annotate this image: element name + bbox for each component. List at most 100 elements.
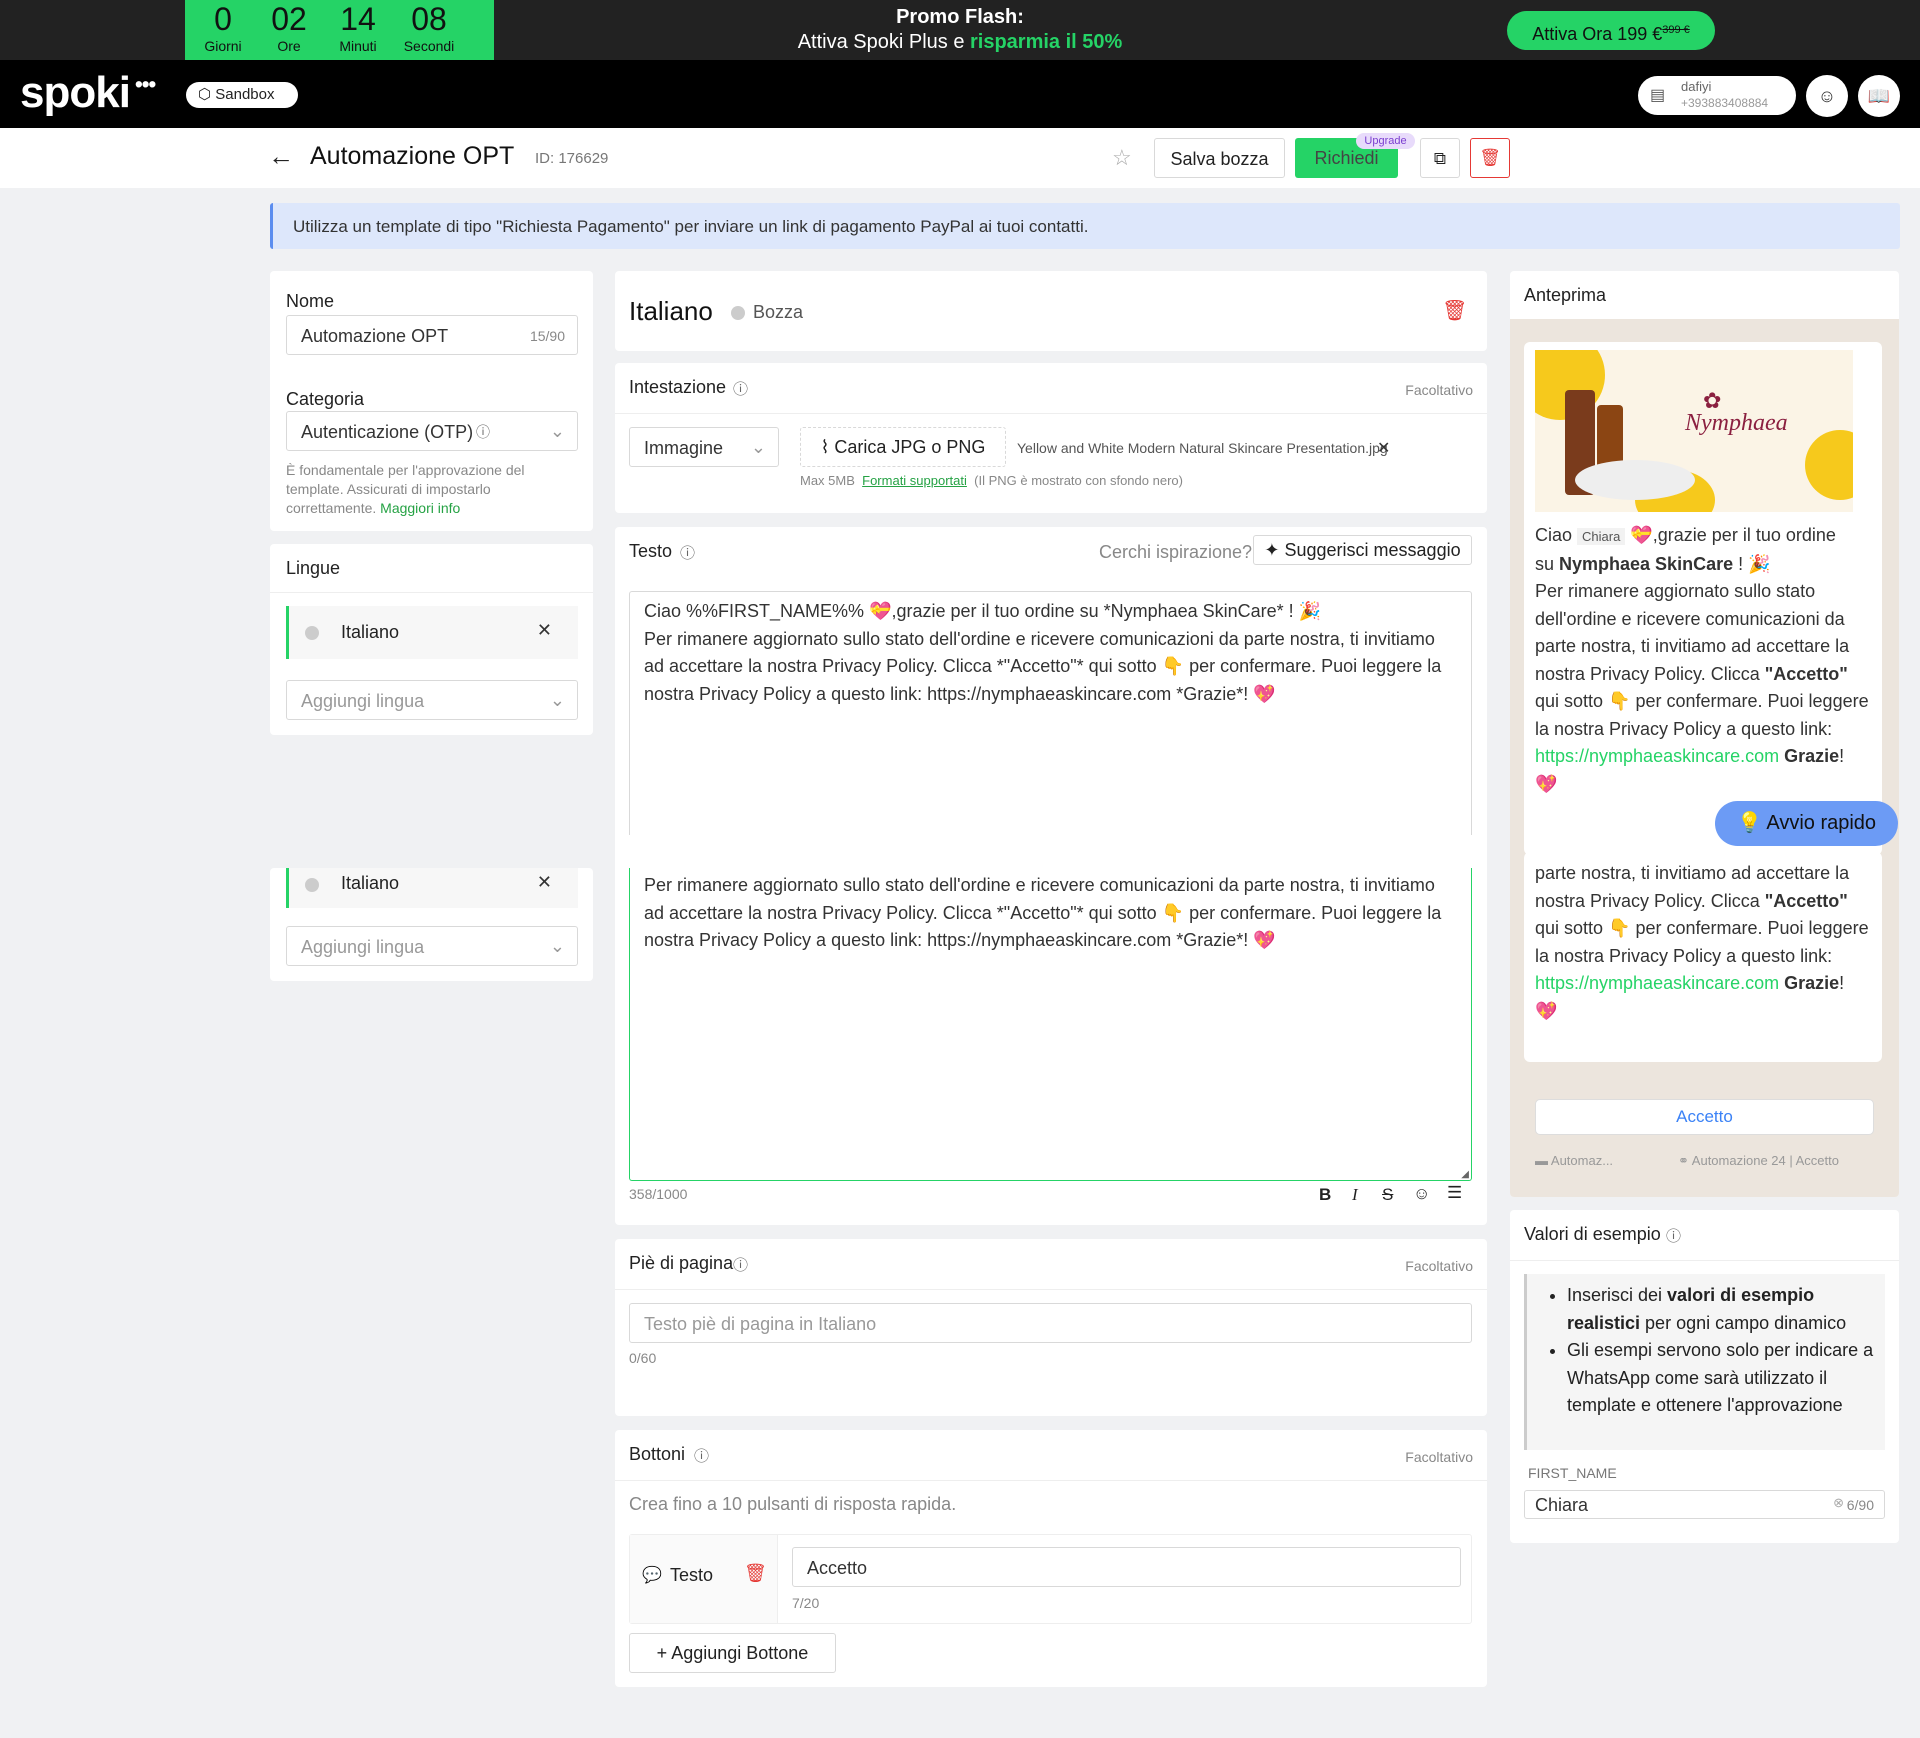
preview-end: ! bbox=[1839, 746, 1845, 766]
more-info-link[interactable]: Maggiori info bbox=[380, 500, 460, 516]
add-language-select[interactable]: Aggiungi lingua ⌄ bbox=[286, 926, 578, 966]
buttons-help: Crea fino a 10 pulsanti di risposta rapi… bbox=[629, 1494, 957, 1514]
info-icon: ⓘ bbox=[1666, 1228, 1682, 1245]
preview-link[interactable]: https://nymphaeaskincare.com bbox=[1535, 746, 1779, 766]
header-section-label: Intestazione bbox=[629, 377, 727, 397]
info-icon: ⓘ bbox=[694, 1448, 710, 1465]
upload-image-button[interactable]: ⌇ Carica JPG o PNG bbox=[800, 427, 1006, 467]
optional-label: Facoltativo bbox=[1405, 1258, 1473, 1274]
button-text-input[interactable]: Accetto bbox=[792, 1547, 1461, 1587]
sandbox-badge[interactable]: ⬡ Sandbox bbox=[186, 82, 298, 108]
paperclip-icon: ⌇ bbox=[820, 437, 835, 457]
example-values-card: Valori di esempio ⓘ Inserisci dei valori… bbox=[1510, 1210, 1899, 1543]
docs-button[interactable]: 📖 bbox=[1858, 75, 1900, 117]
account-name: dafiyi bbox=[1681, 79, 1712, 94]
preview-line2-end: ! 🎉 bbox=[1733, 553, 1771, 574]
language-item-italiano[interactable]: Italiano ✕ bbox=[286, 868, 578, 908]
message-textarea-continued[interactable]: Per rimanere aggiornato sullo stato dell… bbox=[629, 868, 1472, 1181]
remove-file-icon[interactable]: ✕ bbox=[1377, 438, 1390, 458]
star-icon[interactable]: ☆ bbox=[1112, 145, 1132, 171]
store-icon: ▤ bbox=[1650, 87, 1666, 104]
template-id: ID: 176629 bbox=[535, 150, 609, 167]
preview-card: Anteprima Nymphaea ✿ Ciao Chiara 💝,grazi… bbox=[1510, 271, 1899, 1197]
languages-label: Lingue bbox=[286, 558, 341, 578]
message-textarea[interactable]: Ciao %%FIRST_NAME%% 💝,grazie per il tuo … bbox=[629, 591, 1472, 835]
tip1-end: per ogni campo dinamico bbox=[1640, 1312, 1847, 1333]
user-icon: ☺ bbox=[1817, 86, 1837, 106]
example-tip-2: Gli esempi servono solo per indicare a W… bbox=[1567, 1337, 1875, 1420]
media-type-select[interactable]: Immagine ⌄ bbox=[629, 427, 779, 467]
logo-text: spoki bbox=[20, 68, 131, 117]
footer-counter: 0/60 bbox=[629, 1350, 657, 1366]
italic-icon[interactable]: I bbox=[1352, 1185, 1358, 1205]
automation-icon: ▬ bbox=[1535, 1153, 1551, 1168]
first-name-counter: 6/90 bbox=[1846, 1497, 1874, 1513]
close-icon[interactable]: ✕ bbox=[537, 872, 552, 893]
add-button-button[interactable]: + Aggiungi Bottone bbox=[629, 1633, 836, 1673]
add-language-placeholder: Aggiungi lingua bbox=[301, 937, 425, 957]
quick-start-label: Avvio rapido bbox=[1766, 812, 1877, 834]
body-section-label: Testo bbox=[629, 541, 673, 561]
name-counter: 15/90 bbox=[529, 328, 565, 344]
status-dot bbox=[731, 306, 745, 320]
plus-icon: + bbox=[656, 1643, 672, 1663]
preview-title: Anteprima bbox=[1524, 285, 1607, 305]
name-input[interactable]: Automazione OPT 15/90 bbox=[286, 315, 578, 355]
back-arrow-icon[interactable]: ← bbox=[268, 141, 294, 172]
preview-accetto: "Accetto" bbox=[1764, 663, 1848, 684]
status-label: Bozza bbox=[753, 302, 804, 322]
category-select[interactable]: Autenticazione (OTP) ⓘ ⌄ bbox=[286, 411, 578, 451]
quick-start-button[interactable]: 💡 Avvio rapido bbox=[1715, 801, 1898, 846]
top-navbar: spoki ••• ⬡ Sandbox ▤ dafiyi +3938834088… bbox=[0, 60, 1920, 128]
save-draft-button[interactable]: Salva bozza bbox=[1154, 138, 1285, 178]
emoji-icon[interactable]: ☺ bbox=[1413, 1184, 1430, 1204]
footer-input[interactable]: Testo piè di pagina in Italiano bbox=[629, 1303, 1472, 1343]
trash-icon[interactable]: 🗑 bbox=[744, 1563, 767, 1584]
formats-link[interactable]: Formati supportati bbox=[862, 473, 967, 488]
account-selector[interactable]: ▤ dafiyi +393883408884 bbox=[1638, 76, 1796, 115]
chevron-down-icon: ⌄ bbox=[750, 437, 766, 457]
spoki-logo[interactable]: spoki ••• bbox=[20, 68, 156, 118]
activate-now-button[interactable]: Attiva Ora 199 €399 € bbox=[1507, 11, 1715, 50]
optional-label: Facoltativo bbox=[1405, 382, 1473, 398]
preview-grazie: Grazie bbox=[1784, 746, 1840, 766]
trash-icon: 🗑 bbox=[1479, 148, 1501, 167]
preview-quick-reply-button[interactable]: Accetto bbox=[1535, 1099, 1874, 1135]
add-language-select[interactable]: Aggiungi lingua ⌄ bbox=[286, 680, 578, 720]
bold-icon[interactable]: B bbox=[1319, 1185, 1331, 1205]
language-item-italiano[interactable]: Italiano ✕ bbox=[286, 606, 578, 659]
duplicate-button[interactable]: ⧉ bbox=[1420, 138, 1460, 178]
buttons-section-card: Bottoni ⓘ Facoltativo Crea fino a 10 pul… bbox=[615, 1430, 1487, 1687]
resize-handle-icon[interactable]: ◢ bbox=[1461, 1169, 1469, 1180]
variable-icon[interactable]: ☰ bbox=[1447, 1183, 1462, 1203]
message-bubble-continued: parte nostra, ti invitiamo ad accettare … bbox=[1524, 852, 1882, 1062]
delete-template-button[interactable]: 🗑 bbox=[1470, 138, 1510, 178]
suggest-message-button[interactable]: ✦ Suggerisci messaggio bbox=[1253, 535, 1472, 565]
button-counter: 7/20 bbox=[792, 1595, 820, 1611]
preview-brand-name: Nymphaea SkinCare bbox=[1559, 553, 1734, 574]
profile-button[interactable]: ☺ bbox=[1806, 75, 1848, 117]
language-name: Italiano bbox=[341, 873, 400, 893]
max-size: Max 5MB bbox=[800, 473, 855, 488]
example-tip-1: Inserisci dei valori di esempio realisti… bbox=[1567, 1282, 1875, 1337]
languages-card: Lingue Italiano ✕ Aggiungi lingua ⌄ bbox=[270, 544, 593, 735]
message-body: Per rimanere aggiornato sullo stato dell… bbox=[644, 875, 1442, 950]
save-draft-label: Salva bozza bbox=[1170, 149, 1269, 169]
account-phone: +393883408884 bbox=[1681, 96, 1769, 110]
strikethrough-icon[interactable]: S bbox=[1382, 1185, 1393, 1205]
automation-short: Automaz... bbox=[1550, 1153, 1614, 1168]
activate-now-label: Attiva Ora 199 € bbox=[1532, 24, 1663, 44]
first-name-example-input[interactable]: Chiara ⊗ 6/90 bbox=[1524, 1490, 1885, 1519]
add-language-placeholder: Aggiungi lingua bbox=[301, 691, 425, 711]
category-value: Autenticazione (OTP) bbox=[301, 422, 474, 442]
trash-icon[interactable]: 🗑 bbox=[1442, 298, 1467, 323]
category-help: È fondamentale per l'approvazione del te… bbox=[286, 461, 576, 518]
message-body: Per rimanere aggiornato sullo stato dell… bbox=[644, 628, 1442, 704]
clear-icon[interactable]: ⊗ bbox=[1833, 1495, 1844, 1511]
optional-label: Facoltativo bbox=[1405, 1449, 1473, 1465]
page-header: ← Automazione OPT ID: 176629 ☆ Salva boz… bbox=[0, 128, 1920, 188]
close-icon[interactable]: ✕ bbox=[537, 620, 552, 641]
link-icon: ⚭ bbox=[1678, 1153, 1692, 1168]
body-section-card: Testo ⓘ Cerchi ispirazione? ✦ Suggerisci… bbox=[615, 527, 1487, 1225]
message-bubble: Nymphaea ✿ Ciao Chiara 💝,grazie per il t… bbox=[1524, 342, 1882, 855]
